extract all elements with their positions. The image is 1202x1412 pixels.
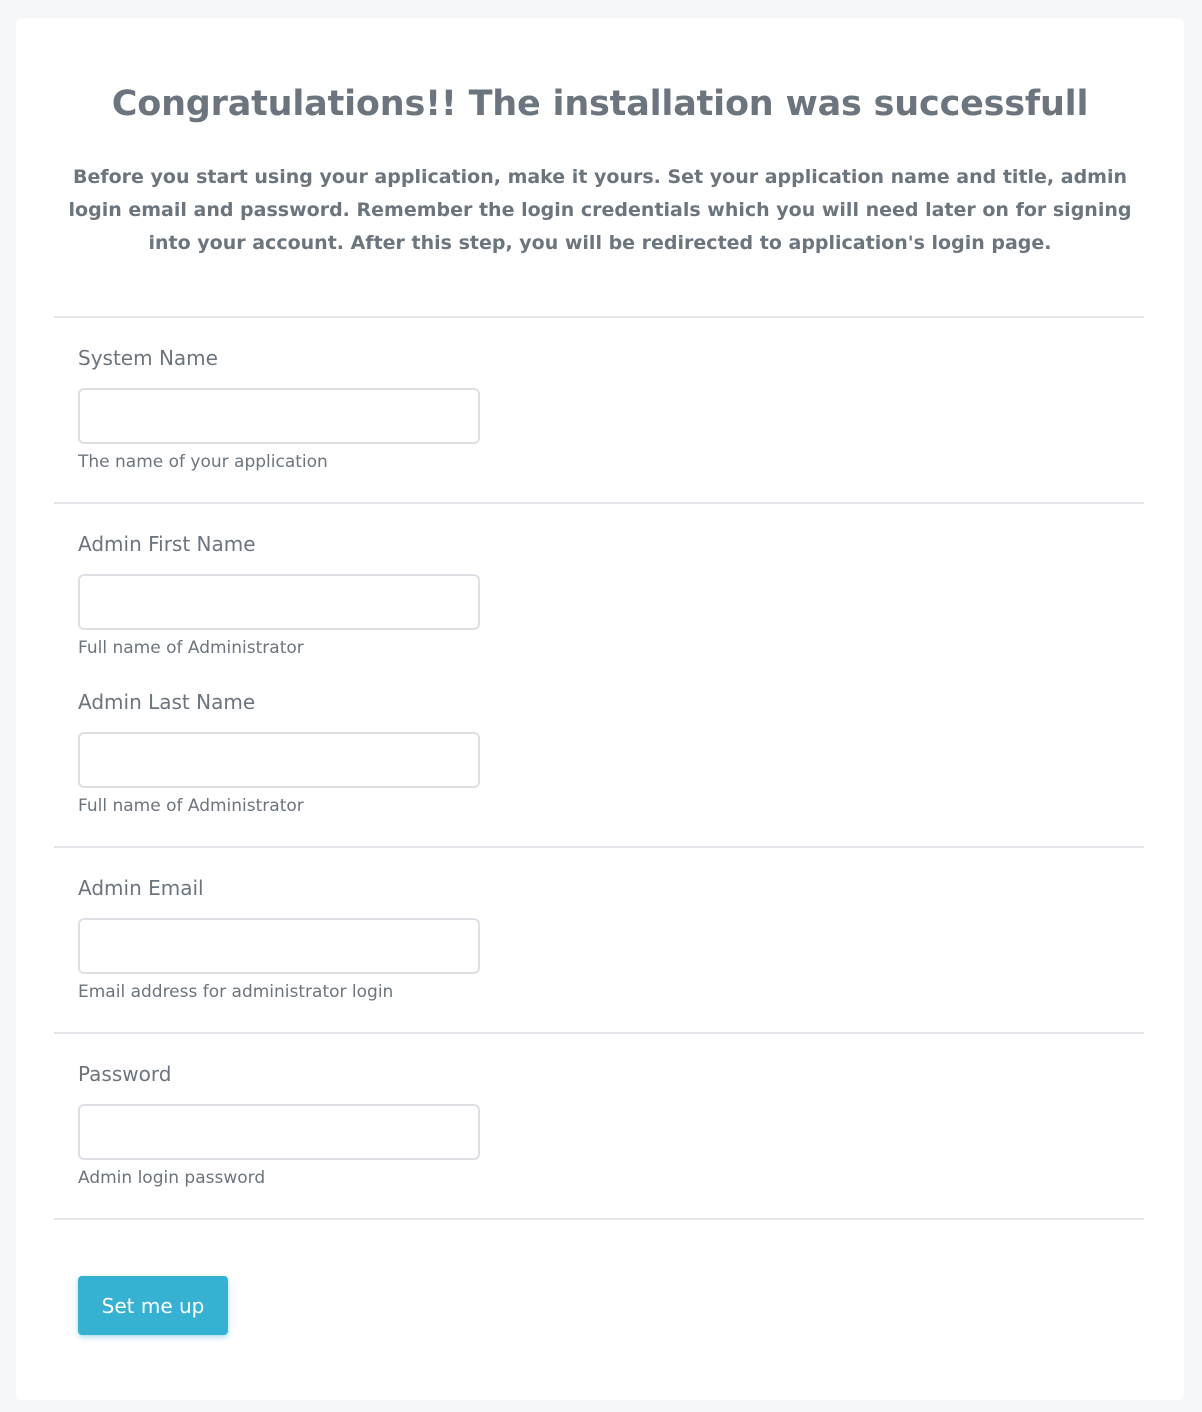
admin-first-name-help: Full name of Administrator bbox=[78, 638, 304, 658]
admin-first-name-label: Admin First Name bbox=[78, 532, 256, 556]
password-input[interactable] bbox=[78, 1104, 480, 1160]
set-me-up-button[interactable]: Set me up bbox=[78, 1276, 228, 1335]
intro-text: Before you start using your application,… bbox=[68, 166, 1132, 254]
admin-email-label: Admin Email bbox=[78, 876, 204, 900]
setup-card: Congratulations!! The installation was s… bbox=[16, 18, 1184, 1400]
system-name-input[interactable] bbox=[78, 388, 480, 444]
page-title: Congratulations!! The installation was s… bbox=[111, 84, 1089, 124]
section-divider bbox=[54, 846, 1144, 848]
section-divider bbox=[54, 1032, 1144, 1034]
admin-first-name-input[interactable] bbox=[78, 574, 480, 630]
admin-last-name-help: Full name of Administrator bbox=[78, 796, 304, 816]
section-divider bbox=[54, 1218, 1144, 1220]
section-divider bbox=[54, 316, 1144, 318]
section-divider bbox=[54, 502, 1144, 504]
admin-email-help: Email address for administrator login bbox=[78, 982, 394, 1002]
admin-last-name-label: Admin Last Name bbox=[78, 690, 256, 714]
password-label: Password bbox=[78, 1062, 172, 1086]
password-help: Admin login password bbox=[78, 1168, 266, 1188]
admin-last-name-input[interactable] bbox=[78, 732, 480, 788]
admin-email-input[interactable] bbox=[78, 918, 480, 974]
system-name-help: The name of your application bbox=[78, 452, 328, 472]
system-name-label: System Name bbox=[78, 346, 218, 370]
